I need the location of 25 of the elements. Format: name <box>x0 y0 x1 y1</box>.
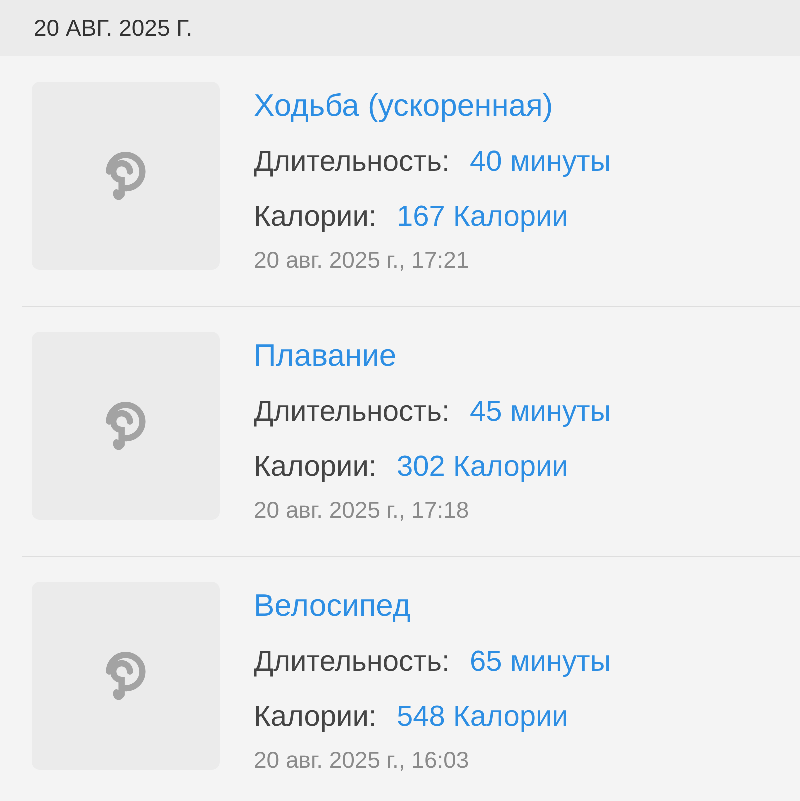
workout-item[interactable]: Ходьба (ускоренная) Длительность: 40 минуты Калории: 167 Калории 20 авг. 2025 г., 17:21 <box>0 56 800 306</box>
placeholder-icon <box>103 401 149 451</box>
workout-title: Ходьба (ускоренная) <box>254 87 554 125</box>
workout-timestamp: 20 авг. 2025 г., 16:03 <box>254 746 470 775</box>
duration-value: 40 минуты <box>470 145 612 180</box>
duration-value: 45 минуты <box>470 395 612 430</box>
placeholder-icon <box>103 151 149 201</box>
workout-title: Плавание <box>254 337 398 375</box>
calories-value: 167 Калории <box>396 200 568 235</box>
calories-value: 548 Калории <box>396 700 568 735</box>
duration-label: Длительность: <box>254 145 450 180</box>
duration-label: Длительность: <box>254 645 450 680</box>
placeholder-icon <box>103 651 149 701</box>
workout-timestamp: 20 авг. 2025 г., 17:21 <box>254 246 470 275</box>
workout-item[interactable]: Плавание Длительность: 45 минуты Калории: 302 Калории 20 авг. 2025 г., 17:18 <box>0 306 800 556</box>
calories-label: Калории: <box>254 200 377 235</box>
calories-label: Калории: <box>254 700 377 735</box>
calories-value: 302 Калории <box>396 450 568 485</box>
workout-item[interactable]: Велосипед Длительность: 65 минуты Калории: 548 Калории 20 авг. 2025 г., 16:03 <box>0 556 800 801</box>
workout-timestamp: 20 авг. 2025 г., 17:18 <box>254 496 470 525</box>
workout-title: Велосипед <box>254 587 412 625</box>
calories-label: Калории: <box>254 450 377 485</box>
section-date: 20 АВГ. 2025 Г. <box>34 14 193 42</box>
duration-value: 65 минуты <box>470 645 612 680</box>
duration-label: Длительность: <box>254 395 450 430</box>
